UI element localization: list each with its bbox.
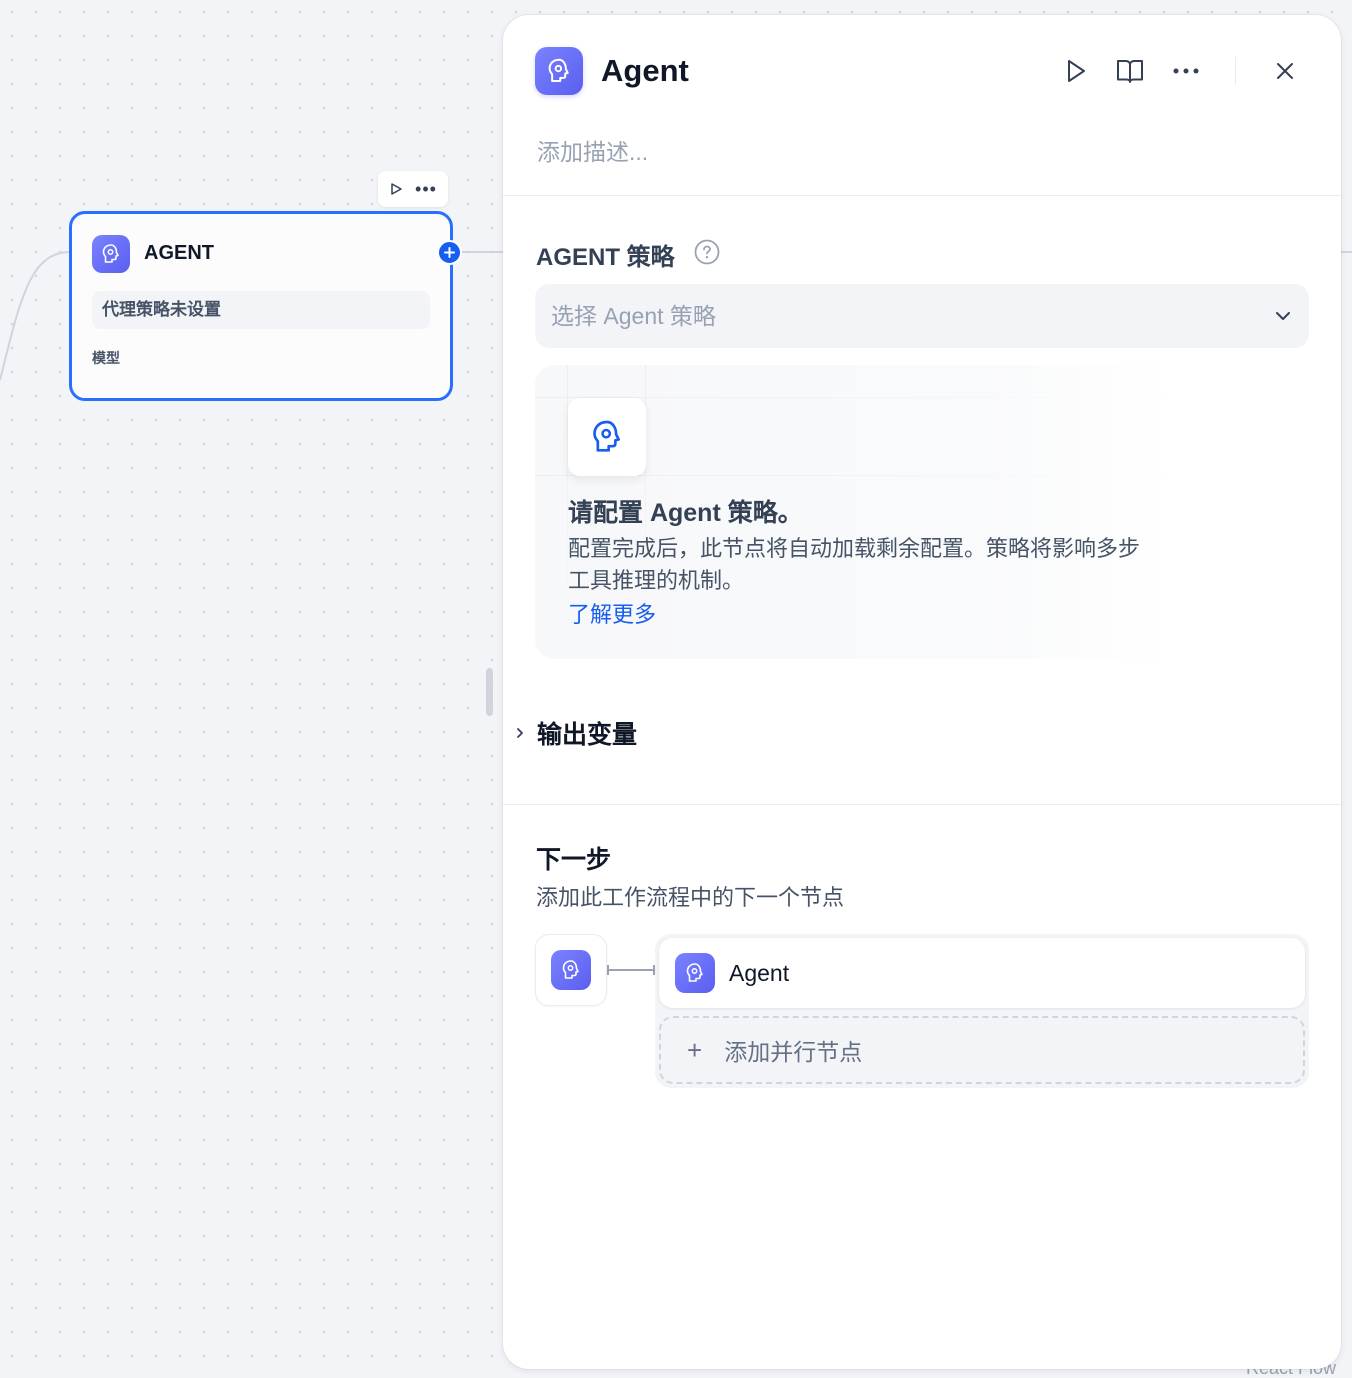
strategy-section-title: AGENT 策略 <box>536 244 675 271</box>
plus-icon: + <box>687 1034 703 1065</box>
next-nodes-group: Agent + 添加并行节点 <box>655 934 1309 1088</box>
add-parallel-node-button[interactable]: + 添加并行节点 <box>659 1016 1305 1084</box>
close-button[interactable] <box>1270 55 1300 87</box>
agent-brain-icon <box>535 47 583 95</box>
description-input[interactable]: 添加描述... <box>537 133 648 167</box>
header-separator <box>1235 57 1236 85</box>
empty-state-title: 请配置 Agent 策略。 <box>568 499 803 527</box>
agent-brain-icon <box>568 398 646 476</box>
node-toolbar: ••• <box>378 171 448 207</box>
play-icon <box>1068 60 1085 82</box>
agent-brain-icon <box>551 950 591 990</box>
more-icon <box>1173 68 1199 74</box>
docs-button[interactable] <box>1115 55 1145 87</box>
strategy-status: 代理策略未设置 <box>92 291 430 329</box>
strategy-empty-state: 请配置 Agent 策略。 配置完成后，此节点将自动加载剩余配置。策略将影响多步… <box>535 365 1175 659</box>
next-node-item[interactable]: Agent <box>659 938 1305 1008</box>
chevron-right-icon <box>517 728 523 738</box>
output-variables-title: 输出变量 <box>537 721 638 749</box>
panel-resize-handle[interactable] <box>486 668 493 716</box>
more-button[interactable] <box>1171 55 1201 87</box>
next-step-subtitle: 添加此工作流程中的下一个节点 <box>536 885 845 910</box>
agent-brain-icon <box>675 953 715 993</box>
plus-icon <box>444 247 455 258</box>
close-icon <box>1277 63 1293 79</box>
node-title: AGENT <box>144 242 214 264</box>
next-node-label: Agent <box>729 959 790 986</box>
panel-title[interactable]: Agent <box>601 53 689 89</box>
add-parallel-label: 添加并行节点 <box>724 1039 863 1065</box>
next-step-title: 下一步 <box>536 846 612 874</box>
output-variables-toggle[interactable]: 输出变量 <box>513 715 637 751</box>
chevron-down-icon <box>1276 312 1290 320</box>
strategy-select-placeholder: 选择 Agent 策略 <box>551 303 716 329</box>
model-label: 模型 <box>92 350 120 366</box>
strategy-select[interactable]: 选择 Agent 策略 <box>535 284 1309 348</box>
node-run-icon[interactable] <box>389 182 403 196</box>
add-next-node-handle[interactable] <box>437 240 462 265</box>
next-connector <box>607 965 655 975</box>
current-node-badge <box>535 934 607 1006</box>
agent-brain-icon <box>92 235 130 273</box>
help-icon[interactable] <box>694 239 720 265</box>
run-button[interactable] <box>1061 55 1091 87</box>
divider <box>503 195 1341 196</box>
book-icon <box>1117 60 1143 83</box>
empty-state-text: 配置完成后，此节点将自动加载剩余配置。策略将影响多步工具推理的机制。 <box>568 536 1141 593</box>
edge-stub <box>1341 251 1352 253</box>
divider <box>503 804 1341 805</box>
node-config-panel: Agent 添加描述... AGENT 策略 选择 Agent 策略 请配置 A… <box>503 15 1341 1369</box>
outgoing-edge <box>462 251 504 253</box>
learn-more-link[interactable]: 了解更多 <box>568 597 656 629</box>
node-more-icon[interactable]: ••• <box>415 180 437 198</box>
agent-node[interactable]: AGENT 代理策略未设置 模型 <box>69 211 453 401</box>
